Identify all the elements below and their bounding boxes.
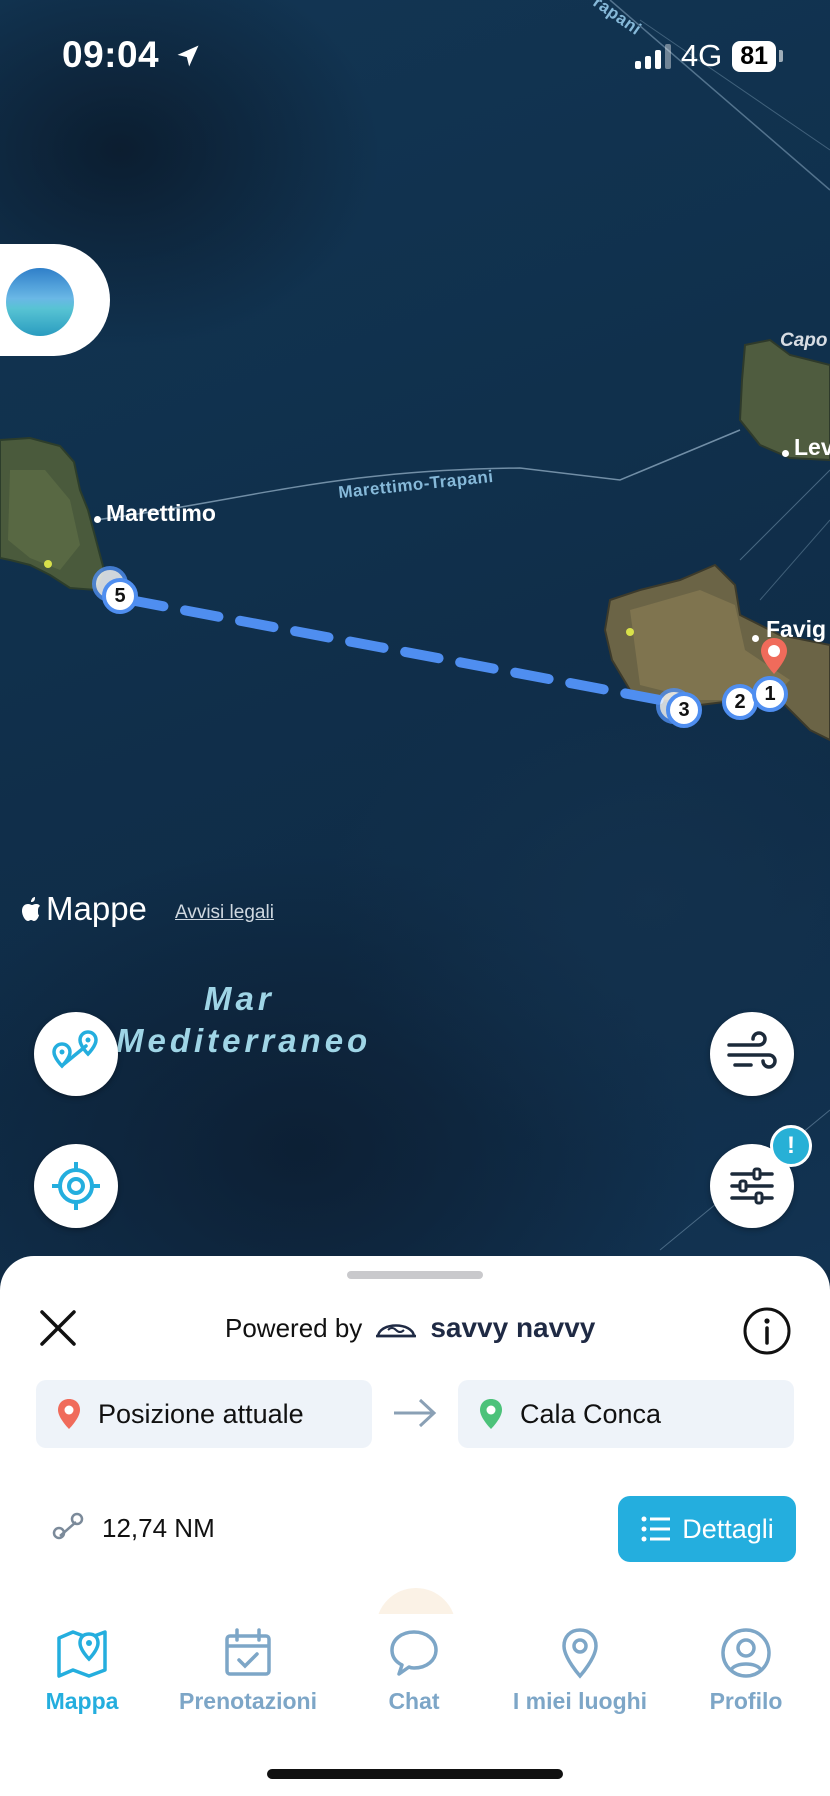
profile-icon xyxy=(721,1628,771,1678)
route-planner-button[interactable] xyxy=(34,1012,118,1096)
tab-mappa-label: Mappa xyxy=(45,1688,119,1714)
close-button[interactable] xyxy=(36,1306,80,1350)
tab-i-miei-luoghi[interactable]: I miei luoghi xyxy=(505,1626,655,1715)
maps-attribution: Mappe xyxy=(20,890,147,928)
crosshair-icon xyxy=(52,1162,100,1210)
waypoint-1[interactable]: 1 xyxy=(752,676,788,712)
apple-logo-icon xyxy=(22,897,40,921)
tab-mappa[interactable]: Mappa xyxy=(7,1626,157,1715)
arrow-right-icon xyxy=(394,1398,437,1428)
maps-attribution-text: Mappe xyxy=(46,890,147,927)
town-label-levanzo: Lev xyxy=(794,434,830,460)
brand-name: savvy navvy xyxy=(430,1312,596,1343)
sliders-icon xyxy=(730,1167,774,1205)
tab-prenotazioni-label: Prenotazioni xyxy=(178,1688,317,1714)
map-icon xyxy=(57,1630,107,1678)
destination-marker-icon xyxy=(761,638,787,674)
status-indicators: 4G 81 xyxy=(634,38,783,74)
tab-i-miei-luoghi-label: I miei luoghi xyxy=(512,1688,648,1714)
distance-route-icon xyxy=(52,1512,84,1540)
town-label-capo: Capo xyxy=(780,330,828,351)
close-icon xyxy=(40,1310,76,1346)
town-label-marettimo: Marettimo xyxy=(106,500,216,526)
status-time: 09:04 xyxy=(62,34,202,76)
waypoint-3[interactable]: 3 xyxy=(666,692,702,728)
place-photo-button[interactable] xyxy=(0,244,110,356)
place-photo-thumbnail xyxy=(6,268,74,336)
origin-pin-icon xyxy=(58,1399,80,1429)
destination-text: Cala Conca xyxy=(520,1398,662,1429)
filters-alert-badge: ! xyxy=(770,1125,812,1167)
info-icon xyxy=(743,1307,791,1355)
distance-value: 12,74 NM xyxy=(102,1512,215,1543)
tab-profilo[interactable]: Profilo xyxy=(671,1626,821,1715)
savvy-navvy-logo-icon xyxy=(376,1324,417,1338)
destination-field[interactable]: Cala Conca xyxy=(458,1380,794,1448)
pin-icon xyxy=(562,1628,598,1679)
chat-icon xyxy=(390,1630,438,1676)
waypoint-5[interactable]: 5 xyxy=(102,578,138,614)
legal-notices-link[interactable]: Avvisi legali xyxy=(175,902,274,924)
details-button[interactable]: Dettagli xyxy=(618,1496,796,1562)
powered-by: Powered by savvy navvy xyxy=(225,1312,595,1344)
tab-prenotazioni[interactable]: Prenotazioni xyxy=(173,1626,323,1715)
sea-label-line2: Mediterraneo xyxy=(116,1022,372,1059)
sheet-grabber[interactable] xyxy=(347,1271,483,1279)
details-button-label: Dettagli xyxy=(682,1513,774,1544)
wind-icon xyxy=(727,1031,777,1069)
sea-label-line1: Mar xyxy=(204,980,275,1017)
home-indicator xyxy=(267,1769,563,1779)
network-label: 4G xyxy=(680,38,723,73)
battery-indicator: 81 xyxy=(732,40,783,72)
tab-chat[interactable]: Chat xyxy=(339,1626,489,1715)
locate-me-button[interactable] xyxy=(34,1144,118,1228)
map-shapes xyxy=(0,0,830,1251)
tab-chat-label: Chat xyxy=(388,1688,440,1714)
route-bottom-sheet: Powered by savvy navvy Posizione attuale xyxy=(0,1256,830,1796)
origin-field[interactable]: Posizione attuale xyxy=(36,1380,372,1448)
tab-profilo-label: Profilo xyxy=(709,1688,783,1714)
map-view[interactable]: Marettimo Favig Lev Capo Marettimo-Trapa… xyxy=(0,0,830,1270)
info-button[interactable] xyxy=(742,1306,792,1356)
powered-by-text: Powered by xyxy=(225,1312,363,1343)
route-icon xyxy=(52,1030,98,1069)
list-icon xyxy=(641,1516,671,1542)
location-arrow-icon xyxy=(177,45,199,67)
distance-info: 12,74 NM xyxy=(50,1510,215,1546)
signal-icon xyxy=(634,43,671,69)
origin-text: Posizione attuale xyxy=(98,1398,304,1429)
destination-pin-icon xyxy=(480,1399,502,1429)
calendar-icon xyxy=(225,1628,271,1676)
wind-layer-button[interactable] xyxy=(710,1012,794,1096)
